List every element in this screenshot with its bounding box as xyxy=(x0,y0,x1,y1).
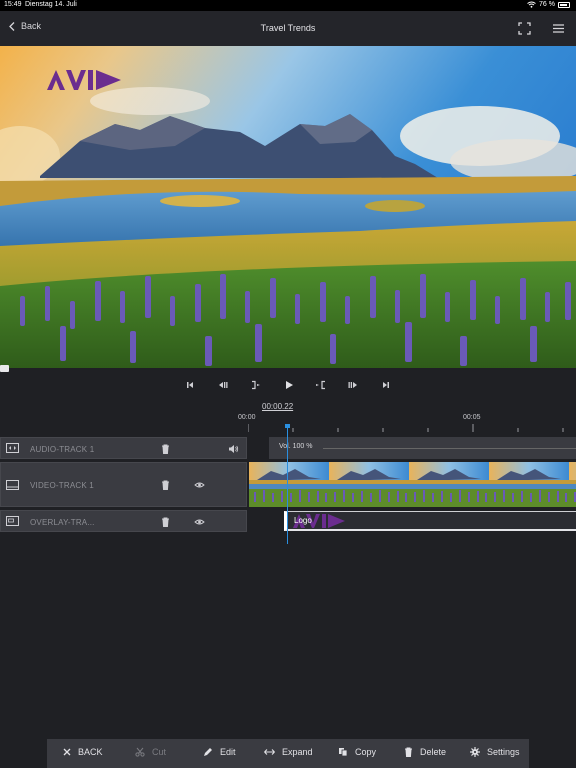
back-label: Back xyxy=(21,21,42,31)
settings-button[interactable]: Settings xyxy=(470,747,520,757)
track-name-video: VIDEO-TRACK 1 xyxy=(30,481,94,490)
trash-icon xyxy=(405,747,412,757)
eye-icon[interactable] xyxy=(194,517,205,527)
cut-label: Cut xyxy=(152,747,167,757)
time-ruler[interactable] xyxy=(248,424,576,434)
gear-icon xyxy=(470,747,480,757)
audio-track-header[interactable]: AUDIO-TRACK 1 xyxy=(0,437,247,459)
status-date: Dienstag 14. Juli xyxy=(25,1,77,8)
overlay-track-header[interactable]: OVERLAY-TRA... xyxy=(0,510,247,532)
delete-button[interactable]: Delete xyxy=(404,747,446,757)
track-name-overlay: OVERLAY-TRA... xyxy=(30,518,95,527)
video-preview[interactable] xyxy=(0,46,576,368)
video-filmstrip xyxy=(249,462,576,507)
edit-label: Edit xyxy=(220,747,236,757)
overlay-clip[interactable]: Logo xyxy=(284,511,576,531)
go-to-start-icon[interactable] xyxy=(183,379,197,391)
tick-label-start: 00:00 xyxy=(238,414,256,421)
audio-track-icon xyxy=(6,443,19,453)
overlay-clip-label: Logo xyxy=(294,516,312,525)
track-name-audio: AUDIO-TRACK 1 xyxy=(30,445,95,454)
cut-button[interactable]: Cut xyxy=(135,747,166,757)
video-track-icon xyxy=(6,480,19,490)
trash-icon[interactable] xyxy=(161,480,170,490)
bottom-toolbar: BACK Cut Edit Expand Copy Delete Setting… xyxy=(47,739,529,768)
video-clip[interactable] xyxy=(249,462,576,507)
edit-button[interactable]: Edit xyxy=(203,747,236,757)
step-forward-icon[interactable] xyxy=(346,379,360,391)
mark-in-icon[interactable] xyxy=(249,379,263,391)
transport-controls xyxy=(0,376,576,394)
eye-icon[interactable] xyxy=(194,480,205,490)
fullscreen-icon[interactable] xyxy=(518,22,531,35)
step-back-icon[interactable] xyxy=(216,379,230,391)
play-icon[interactable] xyxy=(282,379,296,391)
playhead[interactable] xyxy=(287,424,288,544)
copy-button[interactable]: Copy xyxy=(338,747,376,757)
speaker-icon[interactable] xyxy=(228,444,239,454)
copy-icon xyxy=(339,748,348,757)
preview-frame xyxy=(0,46,576,368)
back-action-button[interactable]: BACK xyxy=(63,747,103,757)
expand-label: Expand xyxy=(282,747,313,757)
back-action-label: BACK xyxy=(78,747,103,757)
volume-line[interactable] xyxy=(323,448,576,449)
battery-percent: 76 % xyxy=(539,1,555,8)
tick-label-5s: 00:05 xyxy=(463,414,481,421)
expand-arrows-icon xyxy=(264,749,275,755)
status-right: 76 % xyxy=(527,1,570,8)
expand-button[interactable]: Expand xyxy=(264,747,313,757)
preview-marker[interactable] xyxy=(0,365,9,372)
close-icon xyxy=(63,748,71,756)
project-title: Travel Trends xyxy=(260,23,316,33)
back-button[interactable]: Back xyxy=(9,21,41,31)
volume-label: Vol. 100 % xyxy=(279,443,313,450)
overlay-track-icon xyxy=(6,516,19,526)
settings-label: Settings xyxy=(487,747,520,757)
trash-icon[interactable] xyxy=(161,444,170,454)
copy-label: Copy xyxy=(355,747,377,757)
audio-clip[interactable]: Vol. 100 % xyxy=(269,437,576,459)
chevron-left-icon xyxy=(9,21,15,31)
wifi-icon xyxy=(527,1,536,8)
status-bar: 15:49 Dienstag 14. Juli 76 % xyxy=(0,0,576,11)
delete-label: Delete xyxy=(420,747,447,757)
trash-icon[interactable] xyxy=(161,517,170,527)
scissors-icon xyxy=(135,747,145,757)
hamburger-menu-icon[interactable] xyxy=(552,22,565,35)
pencil-icon xyxy=(204,748,212,756)
video-track-header[interactable]: VIDEO-TRACK 1 xyxy=(0,462,247,507)
current-timecode[interactable]: 00:00.22 xyxy=(262,402,293,411)
mark-out-icon[interactable] xyxy=(314,379,328,391)
go-to-end-icon[interactable] xyxy=(379,379,393,391)
status-time: 15:49 xyxy=(4,1,22,8)
battery-icon xyxy=(558,1,570,8)
nav-bar: Back Travel Trends xyxy=(0,11,576,46)
